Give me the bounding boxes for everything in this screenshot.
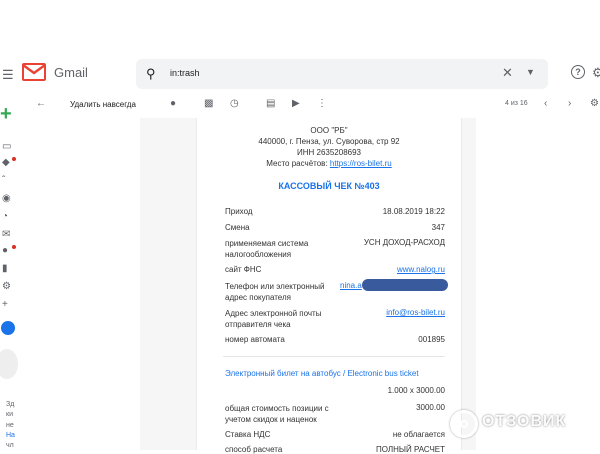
back-arrow-icon[interactable]: ← (36, 98, 46, 109)
row-value: 18.08.2019 18:22 (382, 207, 445, 216)
row-label: Приход (225, 207, 253, 216)
receipt-inn: ИНН 2635208693 (296, 148, 362, 157)
settlement-label: Место расчётов: (266, 159, 328, 168)
settlement-link[interactable]: https://ros-bilet.ru (330, 159, 392, 168)
receipt-title: КАССОВЫЙ ЧЕК №403 (278, 181, 380, 191)
row-value: УСН ДОХОД-РАСХОД (363, 238, 445, 247)
avatar[interactable] (1, 321, 15, 335)
sidebar-text-fragment: не (6, 422, 14, 429)
sidebar-link-fragment[interactable]: На (6, 432, 15, 439)
move-to-folder-icon[interactable]: ▤ (266, 98, 275, 109)
help-icon[interactable]: ? (571, 65, 585, 79)
previous-chevron-icon[interactable]: ‹ (544, 98, 547, 109)
alert-icon[interactable]: ● (2, 245, 8, 256)
row-label: Телефон или электронный адрес покупателя (225, 282, 325, 302)
vat-value: не облагается (392, 430, 445, 439)
row-label: Адрес электронной почты отправителя чека (225, 309, 322, 329)
notification-dot (12, 245, 16, 249)
search-bar[interactable]: ⚲ in:trash ✕ ▼ (136, 59, 548, 89)
next-chevron-icon[interactable]: › (568, 98, 571, 109)
ticket-qty: 1.000 x 3000.00 (387, 386, 445, 395)
receipt-org: ООО "РБ" (310, 126, 348, 135)
message-counter: 4 из 16 (505, 100, 528, 107)
ticket-title: Электронный билет на автобус / Electroni… (225, 369, 419, 378)
watermark-logo-icon (450, 410, 478, 438)
sidebar-text-fragment: ки (6, 411, 13, 418)
row-label: применяемая система налогообложения (225, 239, 309, 259)
add-icon[interactable]: + (2, 299, 8, 310)
row-value: 347 (431, 223, 445, 232)
input-tools-gear-icon[interactable]: ⚙ (590, 98, 599, 109)
delete-forever-button[interactable]: Удалить навсегда (70, 100, 136, 109)
sidebar-text-fragment: Зд (6, 401, 15, 408)
app-name: Gmail (54, 65, 88, 80)
row-label: сайт ФНС (225, 265, 262, 274)
gmail-logo-icon[interactable] (22, 63, 46, 81)
buyer-email-link[interactable]: nina.a (340, 281, 362, 290)
label-tag-icon[interactable]: ▶ (292, 98, 300, 109)
snooze-icon[interactable]: ◔ (2, 211, 8, 222)
gear-icon[interactable]: ⚙ (2, 281, 11, 292)
clear-search-icon[interactable]: ✕ (502, 65, 513, 81)
notification-dot (12, 157, 16, 161)
chat-icon[interactable]: ▭ (2, 141, 11, 152)
report-spam-icon[interactable]: ● (170, 98, 176, 109)
snooze-clock-icon[interactable]: ◷ (230, 98, 239, 109)
more-options-icon[interactable]: ⋮ (317, 98, 327, 109)
mark-unread-icon[interactable]: ▩ (204, 98, 213, 109)
receipt-address: 440000, г. Пенза, ул. Суворова, стр 92 (258, 137, 400, 146)
chevron-up-icon[interactable]: ˆ (2, 175, 5, 186)
sender-email-link[interactable]: info@ros-bilet.ru (386, 308, 445, 317)
search-icon[interactable]: ⚲ (146, 66, 156, 82)
compose-plus-icon[interactable]: + (0, 103, 12, 126)
chat-bubble-icon[interactable]: ◉ (2, 193, 11, 204)
divider (223, 356, 445, 357)
receipt-settlement: Место расчётов: https://ros-bilet.ru (197, 159, 461, 168)
row-label: номер автомата (225, 335, 285, 344)
message-toolbar: ← Удалить навсегда ● ▩ ◷ ▤ ▶ ⋮ 4 из 16 ‹… (24, 95, 600, 115)
hangouts-placeholder (0, 349, 18, 379)
fns-site-link[interactable]: www.nalog.ru (397, 265, 445, 274)
sidebar-text-fragment: чл (6, 442, 14, 449)
vat-label: Ставка НДС (225, 430, 271, 439)
otzovik-watermark: ОТЗОВИК (450, 408, 600, 438)
search-options-icon[interactable]: ▼ (526, 67, 535, 77)
label-icon[interactable]: ◆ (2, 157, 10, 168)
top-bar: ☰ Gmail ⚲ in:trash ✕ ▼ ? ⚙ (0, 55, 600, 93)
left-rail: + ▭ ◆ ˆ ◉ ◔ ✉ ● ▮ ⚙ + Зд ки не На чл (0, 95, 24, 450)
redaction-mark (362, 279, 448, 291)
mail-icon[interactable]: ✉ (2, 229, 10, 240)
row-label: Смена (225, 223, 250, 232)
settings-icon[interactable]: ⚙ (592, 65, 600, 81)
main-menu-icon[interactable]: ☰ (2, 67, 14, 83)
trash-icon[interactable]: ▮ (2, 263, 8, 274)
search-input[interactable]: in:trash (170, 68, 200, 78)
watermark-text: ОТЗОВИК (482, 413, 567, 430)
row-value: 001895 (418, 335, 445, 344)
total-label: общая стоимость позиции с учетом скидок … (225, 404, 329, 424)
total-value: 3000.00 (416, 403, 445, 412)
